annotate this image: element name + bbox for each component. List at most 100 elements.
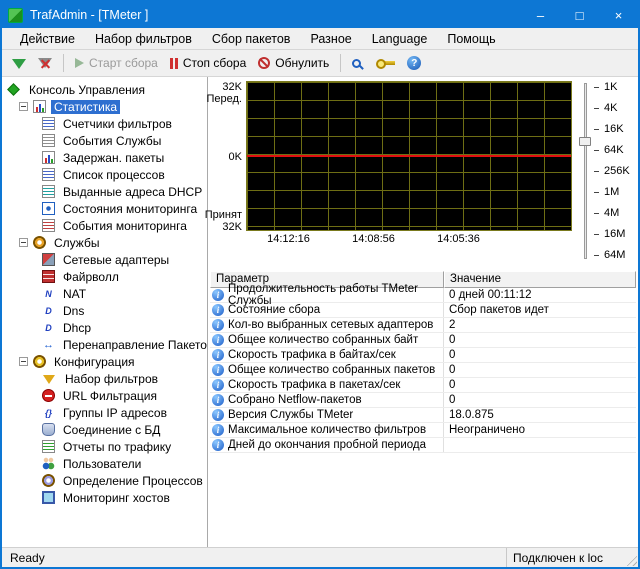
table-row[interactable]: iСкорость трафика в байтах/сек 0: [210, 348, 636, 363]
table-row[interactable]: iОбщее количество собранных байт 0: [210, 333, 636, 348]
statusbar: Ready Подключен к loc: [2, 547, 638, 567]
scale-label: 64K: [604, 144, 624, 156]
table-row[interactable]: iДней до окончания пробной периода: [210, 438, 636, 453]
magnifier-icon: [352, 59, 361, 68]
tree-item-filter-set[interactable]: Набор фильтров: [2, 370, 207, 387]
tree-item-statistics[interactable]: Статистика: [2, 98, 207, 115]
graph-area: 32K Перед. 0K Принят 32K 14:12:16: [208, 77, 638, 265]
network-adapters-icon: [42, 253, 55, 266]
scale-column: 1K 4K 16K 64K 256K 1M 4M 16M 64M: [572, 81, 636, 261]
db-connection-icon: [42, 423, 55, 436]
titlebar[interactable]: TrafAdmin - [TMeter ] – □ ×: [2, 2, 638, 28]
traffic-reports-icon: [42, 440, 55, 453]
scale-slider: [578, 81, 592, 261]
stop-capture-button[interactable]: Стоп сбора: [164, 53, 252, 73]
view-log-button[interactable]: [346, 56, 370, 71]
main-panel: 32K Перед. 0K Принят 32K 14:12:16: [208, 77, 638, 547]
reset-counters-button[interactable]: Обнулить: [252, 53, 335, 73]
delete-filter-icon: [38, 56, 52, 71]
table-row[interactable]: iПродолжительность работы TMeter Службы …: [210, 288, 636, 303]
column-header-value[interactable]: Значение: [444, 271, 636, 288]
info-icon: i: [212, 304, 224, 316]
maximize-button[interactable]: □: [560, 2, 599, 28]
filter-counters-icon: [42, 117, 55, 130]
slider-handle[interactable]: [579, 137, 591, 146]
table-row[interactable]: iСостояние сбора Сбор пакетов идет: [210, 303, 636, 318]
key-icon: [383, 61, 395, 65]
info-icon: i: [212, 319, 224, 331]
menu-misc[interactable]: Разное: [300, 28, 361, 49]
collapse-icon[interactable]: [19, 238, 28, 247]
license-key-button[interactable]: [370, 58, 401, 68]
menu-language[interactable]: Language: [362, 28, 438, 49]
start-capture-button[interactable]: Старт сбора: [69, 53, 164, 73]
table-row[interactable]: iМаксимальное количество фильтров Неогра…: [210, 423, 636, 438]
help-icon: ?: [407, 56, 421, 70]
scale-label: 16M: [604, 228, 625, 240]
tree-item-monitoring-state[interactable]: Состояния мониторинга: [2, 200, 207, 217]
tree-item-filter-counters[interactable]: Счетчики фильтров: [2, 115, 207, 132]
service-events-icon: [42, 134, 55, 147]
tree-item-process-detection[interactable]: Определение Процессов: [2, 472, 207, 489]
tree-item-delayed-packets[interactable]: Задержан. пакеты: [2, 149, 207, 166]
minimize-button[interactable]: –: [521, 2, 560, 28]
tree-item-configuration[interactable]: Конфигурация: [2, 353, 207, 370]
tree-item-host-monitoring[interactable]: Мониторинг хостов: [2, 489, 207, 506]
tree-item-nat[interactable]: N NAT: [2, 285, 207, 302]
menu-help[interactable]: Помощь: [437, 28, 505, 49]
tree-root-label: Консоль Управления: [26, 83, 148, 97]
tree-item-process-list[interactable]: Список процессов: [2, 166, 207, 183]
param-name: Скорость трафика в пакетах/сек: [228, 379, 400, 391]
menu-packet-capture[interactable]: Сбор пакетов: [202, 28, 301, 49]
close-button[interactable]: ×: [599, 2, 638, 28]
param-value: 0: [444, 393, 636, 407]
slider-track[interactable]: [584, 83, 587, 259]
play-icon: [75, 58, 84, 68]
tree-item-dhcp-leases[interactable]: Выданные адреса DHCP: [2, 183, 207, 200]
tree-panel: Консоль Управления Статистика Счетчики ф…: [2, 77, 208, 547]
scale-label: 1M: [604, 186, 619, 198]
tree-item-ip-groups[interactable]: {} Группы IP адресов: [2, 404, 207, 421]
tree-root-console[interactable]: Консоль Управления: [2, 81, 207, 98]
scale-labels: 1K 4K 16K 64K 256K 1M 4M 16M 64M: [592, 81, 636, 261]
reset-icon: [258, 57, 270, 69]
table-row[interactable]: iОбщее количество собранных пакетов 0: [210, 363, 636, 378]
tree-item-services[interactable]: Службы: [2, 234, 207, 251]
scale-tick: [594, 87, 599, 88]
tree-item-service-events[interactable]: События Службы: [2, 132, 207, 149]
collapse-icon[interactable]: [19, 102, 28, 111]
dhcp-leases-icon: [42, 185, 55, 198]
menu-filter-set[interactable]: Набор фильтров: [85, 28, 202, 49]
traffic-line: [247, 155, 571, 157]
tree-item-dns[interactable]: D Dns: [2, 302, 207, 319]
statistics-icon: [33, 100, 46, 113]
table-row[interactable]: iСобрано Netflow-пакетов 0: [210, 393, 636, 408]
table-row[interactable]: iСкорость трафика в пакетах/сек 0: [210, 378, 636, 393]
param-name: Версия Службы TMeter: [228, 409, 353, 421]
collapse-icon[interactable]: [19, 357, 28, 366]
tree-item-users[interactable]: Пользователи: [2, 455, 207, 472]
tree-item-db-connection[interactable]: Соединение с БД: [2, 421, 207, 438]
filter-editor-button[interactable]: [6, 54, 32, 72]
param-value: 0: [444, 378, 636, 392]
tree-item-url-filtering[interactable]: URL Фильтрация: [2, 387, 207, 404]
x-axis-tick: 14:05:36: [416, 233, 501, 245]
tree-item-packet-redirect[interactable]: ↔ Перенаправление Пакетов: [2, 336, 207, 353]
menu-action[interactable]: Действие: [10, 28, 85, 49]
scale-tick: [594, 255, 599, 256]
resize-grip[interactable]: [624, 553, 637, 566]
filter-delete-button[interactable]: [32, 53, 58, 74]
tree-item-dhcp[interactable]: D Dhcp: [2, 319, 207, 336]
rx-max-label: 32K: [222, 221, 242, 233]
x-axis-tick: 14:08:56: [331, 233, 416, 245]
param-name: Собрано Netflow-пакетов: [228, 394, 362, 406]
help-button[interactable]: ?: [401, 53, 427, 73]
tree-item-firewall[interactable]: Файрволл: [2, 268, 207, 285]
tree-item-network-adapters[interactable]: Сетевые адаптеры: [2, 251, 207, 268]
table-row[interactable]: iВерсия Службы TMeter 18.0.875: [210, 408, 636, 423]
monitoring-events-icon: [42, 219, 55, 232]
tree-item-traffic-reports[interactable]: Отчеты по трафику: [2, 438, 207, 455]
table-row[interactable]: iКол-во выбранных сетевых адаптеров 2: [210, 318, 636, 333]
param-name: Состояние сбора: [228, 304, 320, 316]
tree-item-monitoring-events[interactable]: События мониторинга: [2, 217, 207, 234]
